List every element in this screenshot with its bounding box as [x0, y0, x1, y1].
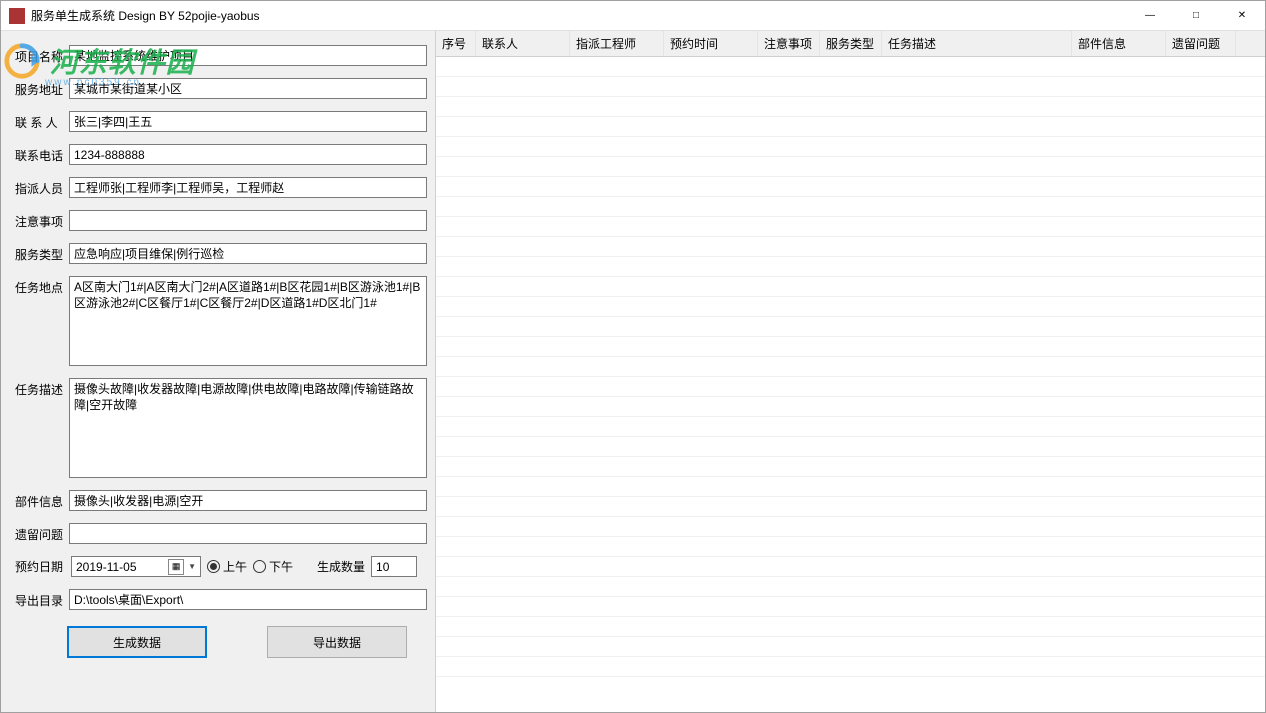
calendar-icon: ▦ — [168, 559, 184, 575]
grid-row — [436, 537, 1265, 557]
pm-radio[interactable]: 下午 — [253, 558, 293, 575]
grid-row — [436, 577, 1265, 597]
content-area: 河东软件园 www.pc0359.cn 项目名称 服务地址 联 系 人 联系电话 — [1, 31, 1265, 712]
grid-column-header[interactable]: 注意事项 — [758, 31, 820, 56]
generate-button[interactable]: 生成数据 — [67, 626, 207, 658]
task-location-label: 任务地点 — [15, 276, 65, 296]
grid-body[interactable] — [436, 57, 1265, 712]
assign-label: 指派人员 — [15, 177, 65, 197]
grid-row — [436, 637, 1265, 657]
grid-row — [436, 597, 1265, 617]
grid-row — [436, 557, 1265, 577]
maximize-button[interactable]: □ — [1173, 1, 1219, 31]
grid-row — [436, 357, 1265, 377]
project-name-label: 项目名称 — [15, 45, 65, 65]
grid-row — [436, 137, 1265, 157]
grid-row — [436, 77, 1265, 97]
app-icon — [9, 8, 25, 24]
date-picker[interactable]: 2019-11-05 ▦ ▼ — [71, 556, 201, 577]
task-desc-label: 任务描述 — [15, 378, 65, 398]
grid-row — [436, 477, 1265, 497]
grid-column-header[interactable]: 预约时间 — [664, 31, 758, 56]
grid-row — [436, 417, 1265, 437]
contact-label: 联 系 人 — [15, 111, 65, 131]
export-dir-label: 导出目录 — [15, 589, 65, 609]
grid-column-header[interactable]: 联系人 — [476, 31, 570, 56]
remain-label: 遗留问题 — [15, 523, 65, 543]
radio-unchecked-icon — [253, 560, 266, 573]
close-button[interactable]: ✕ — [1219, 1, 1265, 31]
window-title: 服务单生成系统 Design BY 52pojie-yaobus — [31, 7, 1127, 24]
radio-checked-icon — [207, 560, 220, 573]
grid-row — [436, 57, 1265, 77]
parts-label: 部件信息 — [15, 490, 65, 510]
phone-label: 联系电话 — [15, 144, 65, 164]
grid-row — [436, 277, 1265, 297]
title-bar: 服务单生成系统 Design BY 52pojie-yaobus — □ ✕ — [1, 1, 1265, 31]
grid-column-header[interactable]: 任务描述 — [882, 31, 1072, 56]
grid-row — [436, 177, 1265, 197]
grid-column-header[interactable]: 服务类型 — [820, 31, 882, 56]
window-controls: — □ ✕ — [1127, 1, 1265, 31]
task-desc-textarea[interactable] — [69, 378, 427, 478]
date-label: 预约日期 — [15, 558, 65, 575]
grid-row — [436, 617, 1265, 637]
grid-row — [436, 257, 1265, 277]
service-address-label: 服务地址 — [15, 78, 65, 98]
grid-column-header[interactable]: 部件信息 — [1072, 31, 1166, 56]
grid-row — [436, 437, 1265, 457]
grid-row — [436, 97, 1265, 117]
parts-input[interactable] — [69, 490, 427, 511]
count-input[interactable] — [371, 556, 417, 577]
app-window: 服务单生成系统 Design BY 52pojie-yaobus — □ ✕ 河… — [0, 0, 1266, 713]
grid-column-header[interactable]: 遗留问题 — [1166, 31, 1236, 56]
contact-input[interactable] — [69, 111, 427, 132]
am-radio[interactable]: 上午 — [207, 558, 247, 575]
task-location-textarea[interactable] — [69, 276, 427, 366]
grid-row — [436, 337, 1265, 357]
grid-row — [436, 317, 1265, 337]
grid-row — [436, 157, 1265, 177]
grid-row — [436, 117, 1265, 137]
count-label: 生成数量 — [317, 558, 365, 575]
service-type-input[interactable] — [69, 243, 427, 264]
grid-column-header[interactable]: 序号 — [436, 31, 476, 56]
grid-row — [436, 377, 1265, 397]
remain-input[interactable] — [69, 523, 427, 544]
am-label: 上午 — [223, 558, 247, 575]
export-dir-input[interactable] — [69, 589, 427, 610]
export-button[interactable]: 导出数据 — [267, 626, 407, 658]
minimize-button[interactable]: — — [1127, 1, 1173, 31]
grid-row — [436, 517, 1265, 537]
notes-input[interactable] — [69, 210, 427, 231]
service-type-label: 服务类型 — [15, 243, 65, 263]
grid-row — [436, 457, 1265, 477]
grid-column-header[interactable]: 指派工程师 — [570, 31, 664, 56]
grid-row — [436, 197, 1265, 217]
phone-input[interactable] — [69, 144, 427, 165]
date-value: 2019-11-05 — [76, 560, 168, 574]
form-panel: 项目名称 服务地址 联 系 人 联系电话 指派人员 注意事项 — [1, 31, 435, 712]
grid-row — [436, 497, 1265, 517]
data-grid-panel: 序号联系人指派工程师预约时间注意事项服务类型任务描述部件信息遗留问题 — [435, 31, 1265, 712]
notes-label: 注意事项 — [15, 210, 65, 230]
grid-row — [436, 657, 1265, 677]
project-name-input[interactable] — [69, 45, 427, 66]
grid-row — [436, 217, 1265, 237]
grid-header: 序号联系人指派工程师预约时间注意事项服务类型任务描述部件信息遗留问题 — [436, 31, 1265, 57]
assign-input[interactable] — [69, 177, 427, 198]
pm-label: 下午 — [269, 558, 293, 575]
grid-row — [436, 397, 1265, 417]
grid-row — [436, 297, 1265, 317]
grid-row — [436, 237, 1265, 257]
chevron-down-icon: ▼ — [186, 562, 198, 571]
service-address-input[interactable] — [69, 78, 427, 99]
